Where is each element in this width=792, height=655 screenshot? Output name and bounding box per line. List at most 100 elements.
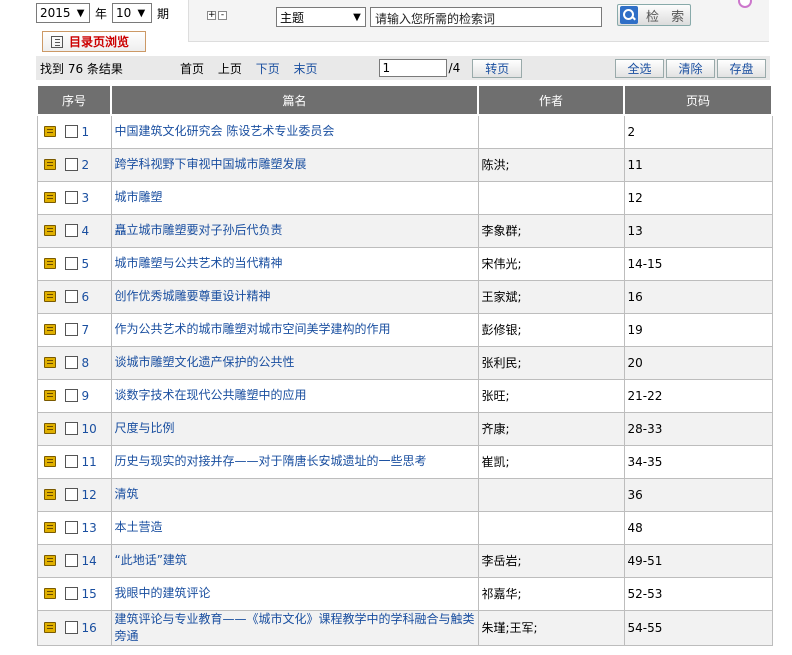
row-number: 1 xyxy=(81,124,90,139)
prev-page-link[interactable]: 上页 xyxy=(218,62,242,76)
table-row: 11 历史与现实的对接并存——对于隋唐长安城遗址的一些思考 崔凯; 34-35 xyxy=(36,444,773,479)
row-index: 3 xyxy=(41,191,108,205)
row-title-cell: 清筑 xyxy=(110,477,479,512)
search-icon xyxy=(620,6,638,24)
article-title-link[interactable]: 尺度与比例 xyxy=(115,421,175,435)
collapse-icon[interactable]: - xyxy=(218,11,227,20)
expand-icon[interactable]: + xyxy=(207,11,216,20)
year-unit: 年 xyxy=(95,6,108,21)
article-title-link[interactable]: 中国建筑文化研究会 陈设艺术专业委员会 xyxy=(115,124,335,138)
row-pages: 21-22 xyxy=(623,378,773,413)
article-title-link[interactable]: 跨学科视野下审视中国城市雕塑发展 xyxy=(115,157,307,171)
document-icon[interactable] xyxy=(43,423,56,434)
toc-browse-label: 目录页浏览 xyxy=(69,35,130,49)
clear-button[interactable]: 清除 xyxy=(666,58,715,78)
year-select[interactable]: 2015 ▼ xyxy=(36,3,90,23)
row-checkbox[interactable] xyxy=(64,455,78,468)
select-all-button[interactable]: 全选 xyxy=(615,58,664,78)
document-icon[interactable] xyxy=(43,291,56,302)
row-index: 4 xyxy=(41,224,108,238)
row-checkbox[interactable] xyxy=(64,356,78,369)
search-input[interactable]: 请输入您所需的检索词 xyxy=(370,7,602,27)
row-index-cell: 14 xyxy=(36,543,112,578)
document-icon[interactable] xyxy=(43,555,56,566)
document-icon[interactable] xyxy=(43,225,56,236)
document-icon[interactable] xyxy=(43,489,56,500)
chevron-down-icon: ▼ xyxy=(353,11,361,23)
row-checkbox[interactable] xyxy=(64,621,78,634)
search-field-value: 主题 xyxy=(280,10,305,25)
document-icon[interactable] xyxy=(43,357,56,368)
help-icon[interactable] xyxy=(738,0,752,8)
row-checkbox[interactable] xyxy=(64,422,78,435)
row-pages: 2 xyxy=(623,114,773,149)
row-checkbox[interactable] xyxy=(64,554,78,567)
article-title-link[interactable]: 作为公共艺术的城市雕塑对城市空间美学建构的作用 xyxy=(115,322,391,336)
row-checkbox[interactable] xyxy=(64,224,78,237)
row-checkbox[interactable] xyxy=(64,158,78,171)
table-row: 5 城市雕塑与公共艺术的当代精神 宋伟光; 14-15 xyxy=(36,246,773,281)
row-checkbox[interactable] xyxy=(64,323,78,336)
page-number-input[interactable]: 1 xyxy=(378,59,447,77)
last-page-link[interactable]: 末页 xyxy=(294,62,318,76)
row-checkbox[interactable] xyxy=(64,521,78,534)
article-title-link[interactable]: 建筑评论与专业教育——《城市文化》课程教学中的学科融合与触类旁通 xyxy=(115,612,475,643)
row-author: 张利民; xyxy=(477,345,625,380)
row-checkbox[interactable] xyxy=(64,488,78,501)
save-button[interactable]: 存盘 xyxy=(717,58,766,78)
row-author: 李岳岩; xyxy=(477,543,625,578)
search-button[interactable]: 检 索 xyxy=(617,4,691,26)
article-title-link[interactable]: 谈城市雕塑文化遗产保护的公共性 xyxy=(115,355,295,369)
article-title-link[interactable]: 城市雕塑与公共艺术的当代精神 xyxy=(115,256,283,270)
row-checkbox[interactable] xyxy=(64,257,78,270)
article-title-link[interactable]: 清筑 xyxy=(115,487,139,501)
first-page-link[interactable]: 首页 xyxy=(180,62,204,76)
toc-icon xyxy=(51,35,63,48)
document-icon[interactable] xyxy=(43,522,56,533)
row-title-cell: “此地话”建筑 xyxy=(110,543,479,578)
row-pages: 34-35 xyxy=(623,444,773,479)
table-row: 6 创作优秀城雕要尊重设计精神 王家斌; 16 xyxy=(36,279,773,314)
row-index-cell: 4 xyxy=(36,213,112,248)
document-icon[interactable] xyxy=(43,159,56,170)
document-icon[interactable] xyxy=(43,192,56,203)
table-row: 8 谈城市雕塑文化遗产保护的公共性 张利民; 20 xyxy=(36,345,773,380)
article-title-link[interactable]: 矗立城市雕塑要对子孙后代负责 xyxy=(115,223,283,237)
document-icon[interactable] xyxy=(43,126,56,138)
row-pages: 19 xyxy=(623,312,773,347)
article-title-link[interactable]: 创作优秀城雕要尊重设计精神 xyxy=(115,289,271,303)
document-icon[interactable] xyxy=(43,324,56,335)
document-icon[interactable] xyxy=(43,390,56,401)
article-title-link[interactable]: 历史与现实的对接并存——对于隋唐长安城遗址的一些思考 xyxy=(115,454,427,468)
row-pages: 28-33 xyxy=(623,411,773,446)
row-index: 12 xyxy=(41,488,108,502)
row-number: 4 xyxy=(81,223,90,238)
article-title-link[interactable]: 本土营造 xyxy=(115,520,163,534)
row-title-cell: 尺度与比例 xyxy=(110,411,479,446)
issue-select[interactable]: 10 ▼ xyxy=(112,3,153,23)
document-icon[interactable] xyxy=(43,622,56,633)
article-title-link[interactable]: 我眼中的建筑评论 xyxy=(115,586,211,600)
row-checkbox[interactable] xyxy=(64,191,78,204)
row-index: 2 xyxy=(41,158,108,172)
row-checkbox[interactable] xyxy=(64,125,78,139)
document-icon[interactable] xyxy=(43,258,56,269)
toc-browse-button[interactable]: 目录页浏览 xyxy=(42,31,146,52)
row-pages: 49-51 xyxy=(623,543,773,578)
table-row: 10 尺度与比例 齐康; 28-33 xyxy=(36,411,773,446)
row-checkbox[interactable] xyxy=(64,290,78,303)
article-title-link[interactable]: 城市雕塑 xyxy=(115,190,163,204)
row-pages: 54-55 xyxy=(623,609,773,646)
header-no: 序号 xyxy=(36,84,112,116)
search-field-select[interactable]: 主题 ▼ xyxy=(276,7,366,27)
document-icon[interactable] xyxy=(43,456,56,467)
row-checkbox[interactable] xyxy=(64,587,78,600)
goto-page-button[interactable]: 转页 xyxy=(472,58,523,78)
row-number: 15 xyxy=(81,586,97,601)
row-author: 齐康; xyxy=(477,411,625,446)
row-checkbox[interactable] xyxy=(64,389,78,402)
article-title-link[interactable]: 谈数字技术在现代公共雕塑中的应用 xyxy=(115,388,307,402)
article-title-link[interactable]: “此地话”建筑 xyxy=(115,553,187,567)
document-icon[interactable] xyxy=(43,588,56,599)
next-page-link[interactable]: 下页 xyxy=(256,62,280,76)
